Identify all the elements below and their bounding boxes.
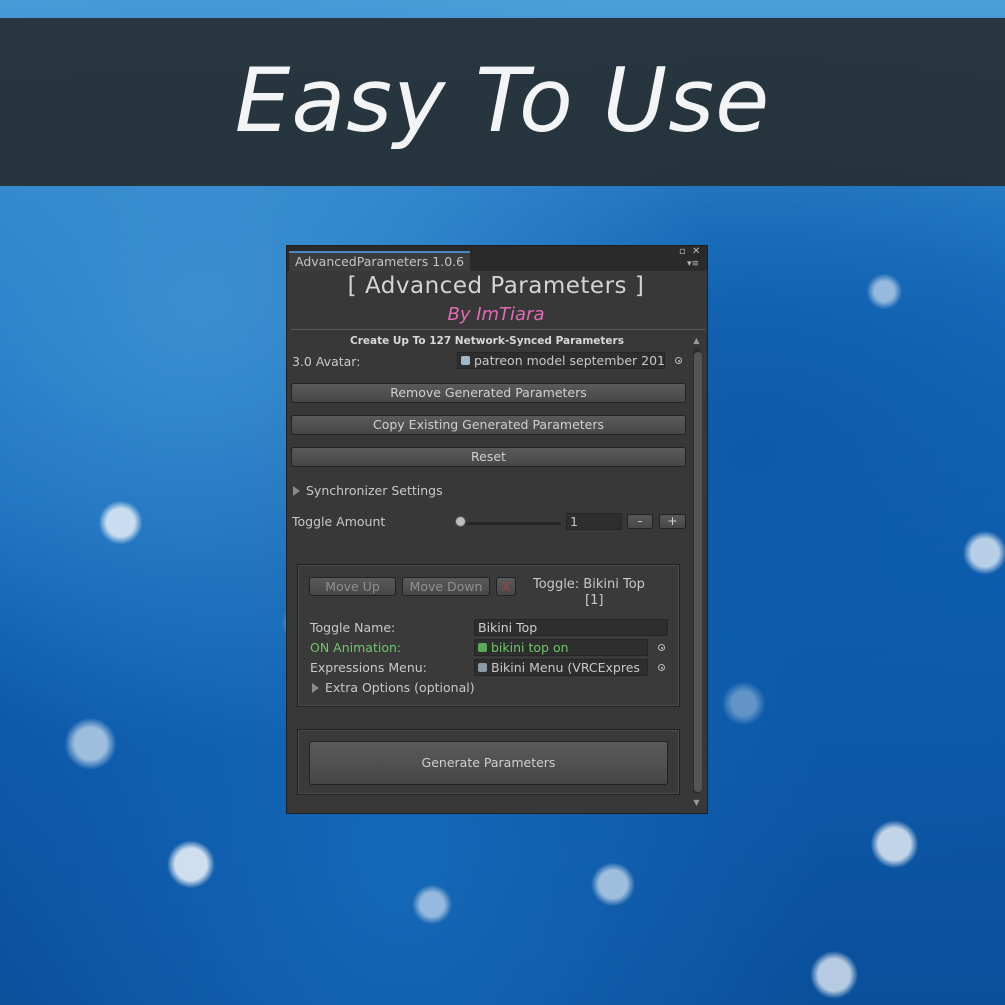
- maximize-icon[interactable]: ▫: [679, 247, 686, 257]
- window-tab[interactable]: AdvancedParameters 1.0.6: [289, 251, 471, 271]
- synchronizer-settings-foldout[interactable]: Synchronizer Settings: [293, 483, 443, 498]
- scroll-up-icon[interactable]: ▲: [690, 336, 703, 346]
- foldout-arrow-icon: [312, 683, 319, 693]
- toggle-heading: Toggle: Bikini Top: [533, 577, 645, 592]
- close-icon[interactable]: ✕: [692, 247, 700, 257]
- generate-parameters-button[interactable]: Generate Parameters: [309, 741, 668, 785]
- remove-generated-parameters-button[interactable]: Remove Generated Parameters: [291, 383, 686, 403]
- avatar-value: patreon model september 201: [474, 353, 665, 368]
- toggle-amount-label: Toggle Amount: [292, 514, 386, 529]
- expressions-menu-label: Expressions Menu:: [310, 660, 427, 675]
- toggle-name-label: Toggle Name:: [310, 620, 396, 635]
- avatar-label: 3.0 Avatar:: [292, 354, 361, 369]
- avatar-field[interactable]: patreon model september 201: [457, 352, 665, 369]
- animation-clip-icon: [478, 643, 487, 652]
- on-animation-field[interactable]: bikini top on: [474, 639, 648, 656]
- divider: [291, 329, 705, 330]
- generate-panel: Generate Parameters: [297, 729, 680, 795]
- description: Create Up To 127 Network-Synced Paramete…: [350, 335, 624, 347]
- decrement-button[interactable]: -: [627, 514, 653, 529]
- increment-button[interactable]: +: [659, 514, 686, 529]
- avatar-object-icon: [461, 356, 470, 365]
- advanced-parameters-window: AdvancedParameters 1.0.6 ▫ ✕ ▾≡ [ Advanc…: [286, 245, 708, 814]
- window-tab-bar: AdvancedParameters 1.0.6 ▫ ✕ ▾≡: [287, 246, 707, 271]
- toggle-amount-slider-thumb[interactable]: [455, 516, 466, 527]
- window-menu-icon[interactable]: ▾≡: [687, 259, 699, 269]
- on-animation-picker-icon[interactable]: [658, 644, 665, 651]
- copy-existing-parameters-button[interactable]: Copy Existing Generated Parameters: [291, 415, 686, 435]
- extra-options-foldout[interactable]: Extra Options (optional): [312, 680, 475, 695]
- toggle-panel: Move Up Move Down X Toggle: Bikini Top […: [297, 564, 680, 707]
- extra-options-label: Extra Options (optional): [325, 680, 475, 695]
- scrollbar[interactable]: ▲ ▼: [690, 336, 703, 808]
- on-animation-value: bikini top on: [491, 640, 569, 655]
- move-down-button[interactable]: Move Down: [402, 577, 490, 596]
- header-title: [ Advanced Parameters ]: [347, 273, 645, 299]
- toggle-amount-field[interactable]: 1: [566, 513, 622, 530]
- remove-toggle-button[interactable]: X: [496, 577, 516, 596]
- header-author: By ImTiara: [447, 304, 545, 325]
- synchronizer-settings-label: Synchronizer Settings: [306, 483, 443, 498]
- on-animation-label: ON Animation:: [310, 640, 402, 655]
- banner: Easy To Use: [0, 18, 1005, 186]
- scroll-thumb[interactable]: [694, 352, 702, 792]
- toggle-index: [1]: [585, 593, 604, 608]
- menu-asset-icon: [478, 663, 487, 672]
- scroll-down-icon[interactable]: ▼: [690, 798, 703, 808]
- move-up-button[interactable]: Move Up: [309, 577, 396, 596]
- reset-button[interactable]: Reset: [291, 447, 686, 467]
- toggle-name-field[interactable]: Bikini Top: [474, 619, 668, 636]
- toggle-amount-slider-track[interactable]: [459, 522, 561, 525]
- expressions-menu-picker-icon[interactable]: [658, 664, 665, 671]
- avatar-picker-icon[interactable]: [675, 357, 682, 364]
- expressions-menu-value: Bikini Menu (VRCExpres: [491, 660, 640, 675]
- foldout-arrow-icon: [293, 486, 300, 496]
- banner-title: Easy To Use: [234, 49, 771, 152]
- expressions-menu-field[interactable]: Bikini Menu (VRCExpres: [474, 659, 648, 676]
